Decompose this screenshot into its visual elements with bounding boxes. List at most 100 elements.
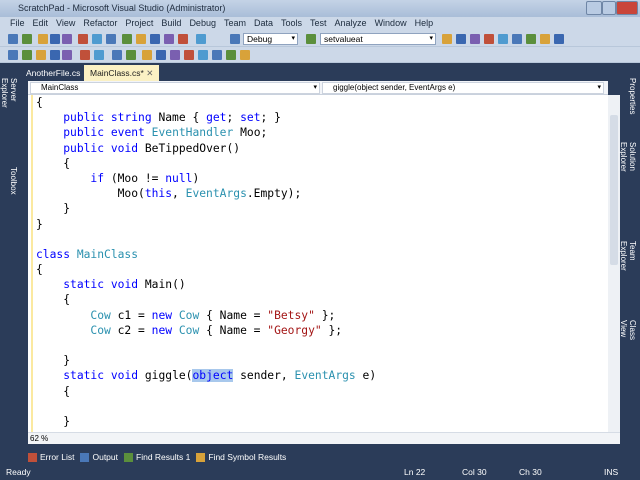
toolbar-button-icon[interactable] xyxy=(512,34,522,44)
code-token: null xyxy=(165,171,193,185)
panel-tab-properties[interactable]: Properties xyxy=(625,78,637,114)
menu-team[interactable]: Team xyxy=(220,17,250,31)
toolbar-button-icon[interactable] xyxy=(306,34,316,44)
toolbar-button-icon[interactable] xyxy=(484,34,494,44)
window-title: ScratchPad - Microsoft Visual Studio (Ad… xyxy=(18,3,226,13)
toolbar-button-icon[interactable] xyxy=(150,34,160,44)
menu-tools[interactable]: Tools xyxy=(277,17,306,31)
toolbar-button-icon[interactable] xyxy=(22,34,32,44)
code-token: , xyxy=(172,187,186,201)
toolbar-button-icon[interactable] xyxy=(38,34,48,44)
code-line: } xyxy=(36,414,376,429)
toolbar-button-icon[interactable] xyxy=(184,50,194,60)
menu-window[interactable]: Window xyxy=(371,17,411,31)
toolbar-button-icon[interactable] xyxy=(526,34,536,44)
toolbar-button-icon[interactable] xyxy=(540,34,550,44)
code-token: { xyxy=(36,293,71,307)
toolbar-button-icon[interactable] xyxy=(50,50,60,60)
panel-tab-solution-explorer[interactable]: Solution Explorer xyxy=(619,142,637,172)
toolbar-button-icon[interactable] xyxy=(22,50,32,60)
horizontal-scrollbar[interactable]: 62 % xyxy=(28,432,620,444)
toolbar-button-icon[interactable] xyxy=(170,50,180,60)
menu-test[interactable]: Test xyxy=(306,17,331,31)
toolbar-button-icon[interactable] xyxy=(8,34,18,44)
code-token: { xyxy=(36,96,43,109)
toolbar-button-icon[interactable] xyxy=(212,50,222,60)
toolbar-button-icon[interactable] xyxy=(80,50,90,60)
menu-debug[interactable]: Debug xyxy=(185,17,220,31)
panel-tab-team-explorer[interactable]: Team Explorer xyxy=(619,241,637,271)
toolbar-button-icon[interactable] xyxy=(142,50,152,60)
tool-tab-error-list[interactable]: Error List xyxy=(28,450,74,464)
status-bar: Ready Ln 22 Col 30 Ch 30 INS xyxy=(0,464,640,480)
menu-view[interactable]: View xyxy=(52,17,79,31)
menu-analyze[interactable]: Analyze xyxy=(331,17,371,31)
menu-build[interactable]: Build xyxy=(157,17,185,31)
code-token: c2 = xyxy=(110,323,152,337)
toolbar-button-icon[interactable] xyxy=(126,50,136,60)
zoom-level[interactable]: 62 % xyxy=(30,434,48,443)
menu-help[interactable]: Help xyxy=(411,17,438,31)
close-tab-icon[interactable]: ✕ xyxy=(146,68,153,78)
panel-tab-server-explorer[interactable]: Server Explorer xyxy=(0,78,18,108)
toolbar-button-icon[interactable] xyxy=(92,34,102,44)
code-line: { xyxy=(36,95,376,110)
find-combo[interactable]: setvalueat xyxy=(320,33,436,45)
tool-tab-find-symbol-results[interactable]: Find Symbol Results xyxy=(196,450,286,464)
tab-mainclass[interactable]: MainClass.cs* ✕ xyxy=(84,65,160,81)
toolbar-button-icon[interactable] xyxy=(62,34,72,44)
code-editor[interactable]: { public string Name { get; set; } publi… xyxy=(28,95,608,432)
toolbar-button-icon[interactable] xyxy=(470,34,480,44)
toolbar-button-icon[interactable] xyxy=(78,34,88,44)
toolbar-button-icon[interactable] xyxy=(112,50,122,60)
navigation-bar: MainClass giggle(object sender, EventArg… xyxy=(28,81,608,95)
toolbar-button-icon[interactable] xyxy=(50,34,60,44)
toolbar-button-icon[interactable] xyxy=(106,34,116,44)
panel-tab-toolbox[interactable]: Toolbox xyxy=(6,167,18,195)
minimize-button[interactable] xyxy=(586,1,602,15)
code-token: this xyxy=(144,187,173,201)
menu-data[interactable]: Data xyxy=(250,17,277,31)
tab-anotherfile[interactable]: AnotherFile.cs xyxy=(20,65,86,81)
toolbar-button-icon[interactable] xyxy=(226,50,236,60)
maximize-button[interactable] xyxy=(602,1,616,15)
toolbar-button-icon[interactable] xyxy=(122,34,132,44)
close-button[interactable] xyxy=(616,1,638,15)
document-tabs: AnotherFile.cs MainClass.cs* ✕ xyxy=(20,64,608,81)
type-dropdown[interactable]: MainClass xyxy=(30,82,320,94)
tool-tab-label: Find Results 1 xyxy=(136,452,191,462)
code-token: giggle( xyxy=(138,369,193,383)
menu-edit[interactable]: Edit xyxy=(29,17,53,31)
toolbar-button-icon[interactable] xyxy=(156,50,166,60)
toolbar-button-icon[interactable] xyxy=(36,50,46,60)
member-dropdown[interactable]: giggle(object sender, EventArgs e) xyxy=(322,82,604,94)
toolbar-button-icon[interactable] xyxy=(178,34,188,44)
toolbar-button-icon[interactable] xyxy=(198,50,208,60)
toolbar-button-icon[interactable] xyxy=(196,34,206,44)
menu-file[interactable]: File xyxy=(6,17,29,31)
menu-project[interactable]: Project xyxy=(121,17,157,31)
toolbar-button-icon[interactable] xyxy=(8,50,18,60)
toolbar-button-icon[interactable] xyxy=(230,34,240,44)
tool-tab-find-results-1[interactable]: Find Results 1 xyxy=(124,450,190,464)
selected-text: object xyxy=(192,369,234,383)
menu-refactor[interactable]: Refactor xyxy=(79,17,121,31)
code-token: new xyxy=(151,323,173,337)
code-text[interactable]: { public string Name { get; set; } publi… xyxy=(36,95,376,429)
panel-tab-class-view[interactable]: Class View xyxy=(619,320,637,340)
toolbar-button-icon[interactable] xyxy=(136,34,146,44)
toolbar-button-icon[interactable] xyxy=(240,50,250,60)
toolbar-button-icon[interactable] xyxy=(94,50,104,60)
toolbar-button-icon[interactable] xyxy=(442,34,452,44)
toolbar-button-icon[interactable] xyxy=(498,34,508,44)
toolbar-button-icon[interactable] xyxy=(62,50,72,60)
toolbar-button-icon[interactable] xyxy=(164,34,174,44)
toolbar-button-icon[interactable] xyxy=(456,34,466,44)
solution-config-dropdown[interactable]: Debug xyxy=(243,33,298,45)
toolbar-button-icon[interactable] xyxy=(554,34,564,44)
tool-tab-output[interactable]: Output xyxy=(80,450,118,464)
